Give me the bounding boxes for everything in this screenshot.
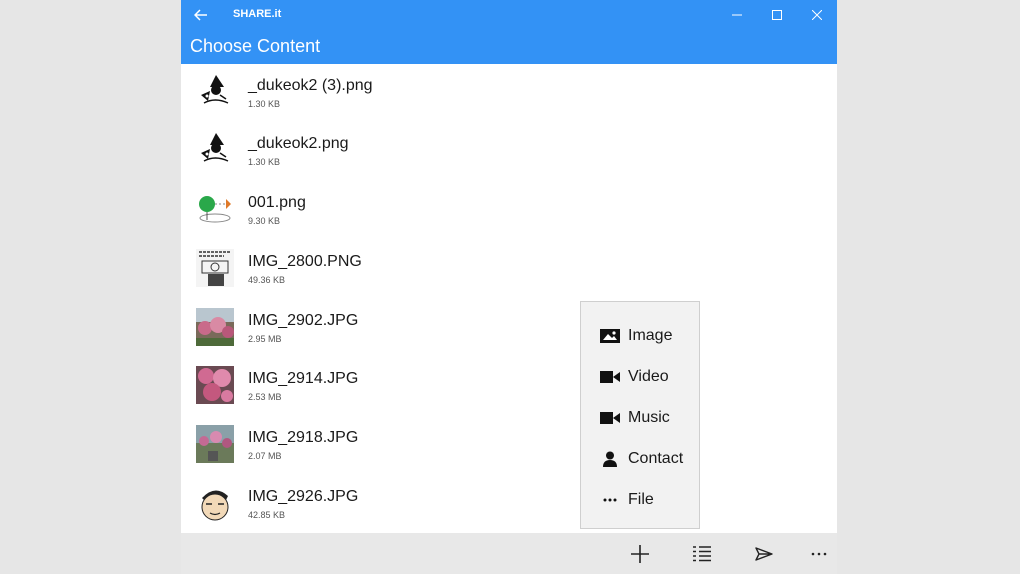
duke-drawing-thumbnail [196,131,234,169]
file-name: IMG_2926.JPG [248,488,359,505]
file-name: IMG_2918.JPG [248,429,359,446]
video-camera-icon [599,410,621,426]
file-size: 1.30 KB [248,157,281,167]
file-row[interactable]: IMG_2902.JPG 2.95 MB [181,299,837,357]
file-size: 42.85 KB [248,510,286,520]
file-row[interactable]: 001.png 9.30 KB [181,181,837,239]
green-ball-thumbnail [196,190,234,228]
content-type-menu: Image Video Music Contact File [580,301,700,529]
file-name: IMG_2902.JPG [248,312,359,329]
add-icon [631,545,649,563]
file-name: _dukeok2.png [248,135,349,152]
file-name: 001.png [248,194,306,211]
menu-item-label: Music [628,409,670,426]
more-dots-icon [599,492,621,508]
file-size: 2.53 MB [248,392,282,402]
back-button[interactable] [191,5,211,25]
send-icon [755,547,773,561]
file-row[interactable]: IMG_2926.JPG 42.85 KB [181,475,837,533]
close-icon [812,10,822,20]
minimize-icon [732,14,742,16]
app-bar [181,533,837,574]
flower-photo-thumbnail [196,425,234,463]
app-window: SHARE.it Choose Content _dukeok2 (3).png… [181,0,837,574]
duke-drawing-thumbnail [196,73,234,111]
file-row[interactable]: IMG_2918.JPG 2.07 MB [181,416,837,474]
flower-photo-thumbnail [196,366,234,404]
add-button[interactable] [623,539,657,569]
file-row[interactable]: _dukeok2 (3).png 1.30 KB [181,64,837,122]
menu-item-music[interactable]: Music [581,400,699,436]
list-view-icon [693,546,711,562]
maximize-button[interactable] [757,0,797,30]
menu-item-label: Contact [628,450,684,467]
send-button[interactable] [747,539,781,569]
file-name: IMG_2914.JPG [248,370,359,387]
page-title: Choose Content [190,36,321,56]
file-size: 9.30 KB [248,216,281,226]
menu-item-file[interactable]: File [581,482,699,518]
person-icon [599,451,621,467]
file-size: 2.95 MB [248,334,282,344]
file-row[interactable]: IMG_2914.JPG 2.53 MB [181,357,837,415]
maximize-icon [772,10,782,20]
back-arrow-icon [193,9,207,21]
more-button[interactable] [802,539,836,569]
file-row[interactable]: _dukeok2.png 1.30 KB [181,122,837,180]
menu-item-label: Image [628,327,673,344]
app-title: SHARE.it [233,8,282,20]
page-header: Choose Content [181,30,837,64]
list-view-button[interactable] [685,539,719,569]
video-camera-icon [599,369,621,385]
flower-photo-thumbnail [196,308,234,346]
minimize-button[interactable] [717,0,757,30]
menu-item-video[interactable]: Video [581,359,699,395]
image-icon [599,328,621,344]
file-size: 1.30 KB [248,99,281,109]
menu-item-label: Video [628,368,669,385]
file-row[interactable]: IMG_2800.PNG 49.36 KB [181,240,837,298]
cartoon-face-thumbnail [196,484,234,522]
menu-item-image[interactable]: Image [581,318,699,354]
title-bar: SHARE.it [181,0,837,30]
file-name: _dukeok2 (3).png [248,77,373,94]
menu-item-contact[interactable]: Contact [581,441,699,477]
file-name: IMG_2800.PNG [248,253,362,270]
more-icon [811,552,827,556]
menu-item-label: File [628,491,654,508]
comic-thumbnail [196,249,234,287]
file-size: 49.36 KB [248,275,286,285]
file-size: 2.07 MB [248,451,282,461]
close-button[interactable] [797,0,837,30]
